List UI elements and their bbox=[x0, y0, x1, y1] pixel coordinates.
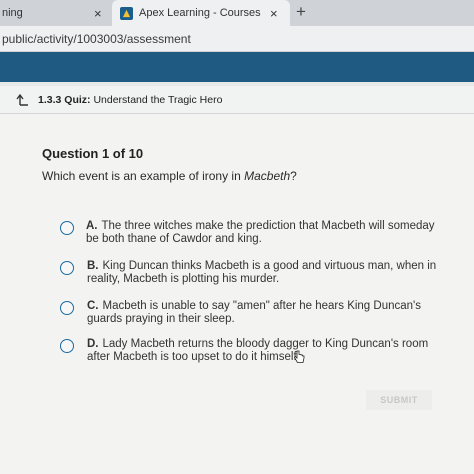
option-letter: C. bbox=[87, 300, 99, 312]
option-label: Macbeth is unable to say "amen" after he… bbox=[87, 300, 421, 325]
url-text[interactable]: public/activity/1003003/assessment bbox=[2, 32, 191, 46]
option-letter: D. bbox=[87, 338, 99, 350]
question-counter: Question 1 of 10 bbox=[42, 146, 144, 161]
tab-close-icon[interactable]: × bbox=[270, 6, 278, 21]
tab-label: ning bbox=[2, 7, 23, 19]
site-nav-strip bbox=[0, 52, 474, 82]
radio-button[interactable] bbox=[60, 339, 74, 353]
new-tab-button[interactable]: + bbox=[296, 2, 306, 22]
quiz-name: Understand the Tragic Hero bbox=[93, 94, 223, 106]
answer-option-a[interactable]: A. The three witches make the prediction … bbox=[60, 220, 440, 246]
quiz-header-bar: 1.3.3 Quiz: Understand the Tragic Hero bbox=[0, 86, 474, 114]
browser-tab-active[interactable]: Apex Learning - Courses × bbox=[112, 0, 290, 26]
question-prefix: Which event is an example of irony in bbox=[42, 169, 245, 183]
option-label: Lady Macbeth returns the bloody dagger t… bbox=[87, 338, 429, 363]
hand-pointer-icon bbox=[293, 350, 305, 363]
option-text: C. Macbeth is unable to say "amen" after … bbox=[87, 300, 440, 326]
question-suffix: ? bbox=[290, 169, 297, 183]
answer-option-b[interactable]: B. King Duncan thinks Macbeth is a good a… bbox=[60, 260, 440, 286]
option-text: A. The three witches make the prediction … bbox=[86, 220, 440, 246]
option-text: D. Lady Macbeth returns the bloody dagger… bbox=[87, 338, 440, 364]
question-text: Which event is an example of irony in Ma… bbox=[42, 169, 297, 183]
question-card: Question 1 of 10 Which event is an examp… bbox=[0, 114, 474, 474]
return-arrow-icon[interactable] bbox=[16, 93, 29, 106]
address-bar[interactable]: public/activity/1003003/assessment bbox=[0, 26, 474, 52]
option-text: B. King Duncan thinks Macbeth is a good a… bbox=[87, 260, 440, 286]
answer-option-d[interactable]: D. Lady Macbeth returns the bloody dagger… bbox=[60, 338, 440, 364]
option-label: The three witches make the prediction th… bbox=[86, 220, 435, 245]
tab-close-icon[interactable]: × bbox=[94, 6, 102, 21]
browser-tab-bar: ning × Apex Learning - Courses × + bbox=[0, 0, 474, 26]
question-work-title: Macbeth bbox=[244, 169, 291, 183]
quiz-title: 1.3.3 Quiz: Understand the Tragic Hero bbox=[38, 94, 222, 106]
quiz-number: 1.3.3 bbox=[38, 94, 62, 106]
apex-favicon-icon bbox=[120, 6, 133, 20]
option-label: King Duncan thinks Macbeth is a good and… bbox=[87, 260, 437, 285]
quiz-type: Quiz: bbox=[64, 94, 91, 106]
option-letter: A. bbox=[86, 220, 98, 232]
option-letter: B. bbox=[87, 260, 99, 272]
radio-button[interactable] bbox=[60, 221, 74, 235]
browser-tab-previous[interactable]: ning × bbox=[0, 0, 112, 26]
answer-option-c[interactable]: C. Macbeth is unable to say "amen" after … bbox=[60, 300, 440, 326]
radio-button[interactable] bbox=[60, 261, 74, 275]
submit-button[interactable]: SUBMIT bbox=[366, 390, 432, 410]
tab-label: Apex Learning - Courses bbox=[139, 7, 261, 19]
radio-button[interactable] bbox=[60, 301, 74, 315]
